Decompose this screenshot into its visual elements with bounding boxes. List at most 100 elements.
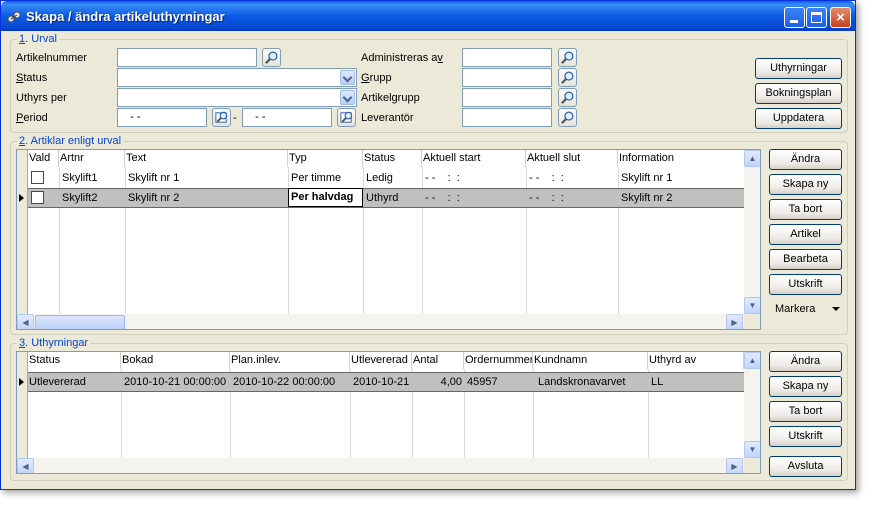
status-select[interactable]: [117, 68, 357, 87]
skapa-ny-article-button[interactable]: Skapa ny: [769, 174, 842, 195]
period-to-input[interactable]: - -: [242, 108, 332, 127]
scroll-up-icon[interactable]: ▲: [744, 150, 760, 167]
column-header-aktuell-slut[interactable]: Aktuell slut: [526, 150, 618, 167]
bearbeta-button[interactable]: Bearbeta: [769, 249, 842, 270]
scroll-thumb[interactable]: [35, 315, 125, 329]
period-dash: -: [233, 112, 237, 124]
magnifier-icon: [561, 111, 574, 124]
administreras-lookup-button[interactable]: [558, 48, 577, 67]
andra-article-button[interactable]: Ändra: [769, 149, 842, 170]
column-header-antal[interactable]: Antal: [412, 352, 464, 369]
uppdatera-button[interactable]: Uppdatera: [755, 108, 842, 129]
period-to-calendar-button[interactable]: [337, 108, 356, 127]
markera-label: Markera: [775, 303, 816, 315]
cell-text: Skylift nr 2: [128, 192, 180, 204]
uthyrningar-button[interactable]: Uthyrningar: [755, 58, 842, 79]
minimize-icon: [790, 20, 798, 23]
leverantor-label: Leverantör: [361, 112, 414, 124]
artiklar-grid[interactable]: Vald Artnr Text Typ Status Aktuell start…: [16, 149, 761, 330]
vald-checkbox[interactable]: [31, 191, 44, 204]
grupp-input[interactable]: [462, 68, 552, 87]
minimize-button[interactable]: [784, 7, 805, 28]
column-header-status[interactable]: Status: [28, 352, 121, 369]
cell-antal: 4,00: [440, 376, 462, 388]
cell-plan-inlev: 2010-10-22 00:00:00: [233, 376, 336, 388]
typ-edit-field[interactable]: Per halvdag: [288, 188, 363, 207]
artikel-button[interactable]: Artikel: [769, 224, 842, 245]
scroll-right-icon[interactable]: ▶: [726, 458, 743, 473]
column-header-vald[interactable]: Vald: [28, 150, 59, 167]
column-header-typ[interactable]: Typ: [288, 150, 363, 167]
chevron-down-icon[interactable]: [340, 90, 355, 105]
column-header-aktuell-start[interactable]: Aktuell start: [422, 150, 526, 167]
magnifier-icon: [561, 71, 574, 84]
scroll-left-icon[interactable]: ◀: [17, 314, 34, 329]
column-header-status[interactable]: Status: [363, 150, 422, 167]
uthyrningar-grid[interactable]: Status Bokad Plan.inlev. Utlevererad Ant…: [16, 351, 761, 474]
column-header-artnr[interactable]: Artnr: [59, 150, 125, 167]
utskrift-article-button[interactable]: Utskrift: [769, 274, 842, 295]
column-header-kundnamn[interactable]: Kundnamn: [533, 352, 648, 369]
scroll-up-icon[interactable]: ▲: [744, 352, 760, 369]
scrollbar-corner: [744, 314, 760, 329]
grupp-lookup-button[interactable]: [558, 68, 577, 87]
period-from-calendar-button[interactable]: [212, 108, 231, 127]
artikelnummer-label: Artikelnummer: [16, 52, 87, 64]
chevron-down-icon[interactable]: [340, 70, 355, 85]
column-header-information[interactable]: Information: [618, 150, 745, 167]
artiklar-legend: 2. Artiklar enligt urval: [17, 135, 124, 147]
leverantor-input[interactable]: [462, 108, 552, 127]
row-selector-column: [17, 352, 28, 473]
column-header-ordernummer[interactable]: Ordernummer: [464, 352, 533, 369]
artiklar-horizontal-scrollbar[interactable]: ◀ ▶: [17, 314, 744, 329]
scrollbar-corner: [744, 458, 760, 473]
column-header-utlevererad[interactable]: Utlevererad: [350, 352, 412, 369]
scroll-down-icon[interactable]: ▼: [744, 441, 760, 458]
uthyrningar-legend: 3. Uthyrningar: [17, 337, 91, 349]
avsluta-button[interactable]: Avsluta: [769, 456, 842, 477]
maximize-icon: [811, 12, 822, 23]
artikelgrupp-input[interactable]: [462, 88, 552, 107]
close-button[interactable]: ×: [830, 7, 851, 28]
magnifier-icon: [561, 91, 574, 104]
uthyrs-per-label: Uthyrs per: [16, 92, 67, 104]
column-header-bokad[interactable]: Bokad: [121, 352, 230, 369]
column-header-uthyrd-av[interactable]: Uthyrd av: [648, 352, 744, 369]
cell-aktuell-start: - - : :: [425, 192, 460, 204]
artiklar-group: 2. Artiklar enligt urval Vald Artnr Text…: [10, 135, 848, 335]
ta-bort-uthyrning-button[interactable]: Ta bort: [769, 401, 842, 422]
artikelnummer-lookup-button[interactable]: [262, 48, 281, 67]
scroll-down-icon[interactable]: ▼: [744, 297, 760, 314]
title-bar[interactable]: Skapa / ändra artikeluthyrningar ×: [1, 1, 855, 31]
column-header-plan-inlev[interactable]: Plan.inlev.: [230, 352, 350, 369]
column-header-text[interactable]: Text: [125, 150, 288, 167]
current-row-pointer-icon: [19, 378, 24, 386]
markera-menu-button[interactable]: Markera: [775, 302, 845, 316]
main-window: Skapa / ändra artikeluthyrningar × 1. Ur…: [0, 0, 856, 490]
vald-checkbox[interactable]: [31, 171, 44, 184]
bokningsplan-button[interactable]: Bokningsplan: [755, 83, 842, 104]
andra-uthyrning-button[interactable]: Ändra: [769, 351, 842, 372]
artiklar-vertical-scrollbar[interactable]: ▲ ▼: [744, 150, 760, 314]
artikelgrupp-lookup-button[interactable]: [558, 88, 577, 107]
period-from-input[interactable]: - -: [117, 108, 207, 127]
magnifier-icon: [561, 51, 574, 64]
ta-bort-article-button[interactable]: Ta bort: [769, 199, 842, 220]
scroll-right-icon[interactable]: ▶: [726, 314, 743, 329]
magnifier-icon: [265, 51, 278, 64]
cell-kundnamn: Landskronavarvet: [538, 376, 626, 388]
maximize-button[interactable]: [806, 7, 827, 28]
skapa-ny-uthyrning-button[interactable]: Skapa ny: [769, 376, 842, 397]
urval-legend: 1. Urval: [17, 33, 59, 45]
artikelnummer-input[interactable]: [117, 48, 257, 67]
uthyrningar-horizontal-scrollbar[interactable]: ◀ ▶: [17, 458, 744, 473]
cell-text: Skylift nr 1: [128, 172, 180, 184]
uthyrs-per-select[interactable]: [117, 88, 357, 107]
cell-information: Skylift nr 2: [621, 192, 673, 204]
utskrift-uthyrning-button[interactable]: Utskrift: [769, 426, 842, 447]
administreras-input[interactable]: [462, 48, 552, 67]
leverantor-lookup-button[interactable]: [558, 108, 577, 127]
scroll-left-icon[interactable]: ◀: [17, 458, 34, 473]
uthyrningar-vertical-scrollbar[interactable]: ▲ ▼: [744, 352, 760, 458]
urval-group: 1. Urval Artikelnummer Status Uthyrs per…: [10, 33, 848, 133]
